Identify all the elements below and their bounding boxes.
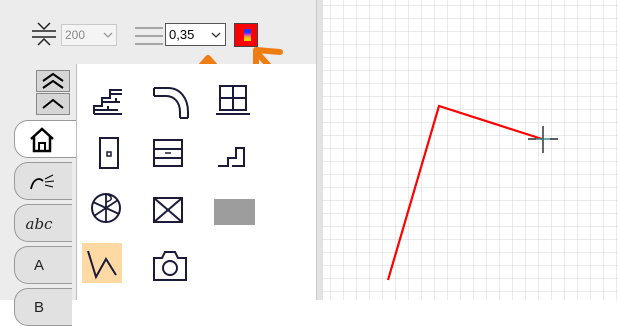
double-chevron-up-icon [42,72,64,89]
camera-tool[interactable] [150,246,190,286]
brick-wall-icon [93,89,122,115]
tab-a[interactable]: A [14,246,72,284]
tab-b[interactable]: B [14,288,72,326]
house-icon [30,127,54,153]
category-tabs: abc A B [0,64,76,326]
fan-tool[interactable] [86,190,126,230]
canvas-grid [322,0,618,300]
chevron-up-icon [42,98,64,109]
crossed-box-tool[interactable] [150,192,190,232]
curved-wall-icon [153,87,189,119]
line-thickness-value: 0,35 [169,27,195,42]
line-width-value: 200 [65,28,86,42]
tab-b-label: B [33,299,44,316]
chevron-down-icon [103,32,113,38]
polyline-icon [87,250,117,280]
gray-fill-icon[interactable] [214,199,255,225]
fan-icon [91,193,121,223]
line-width-combobox[interactable]: 200 [61,24,117,46]
door-tool[interactable] [92,134,132,174]
curved-wall-tool[interactable] [150,78,190,119]
sprinkler-icon [30,174,55,190]
chevron-down-icon [211,32,221,38]
line-thickness-icon[interactable] [134,22,164,50]
stairs-tool[interactable] [214,136,254,176]
line-thickness-combobox[interactable]: 0,35 [165,23,226,46]
tab-scroll-top[interactable] [36,70,70,92]
tab-electrical[interactable] [14,162,72,200]
door-icon [99,137,119,169]
wall-tool[interactable] [88,80,128,120]
camera-icon [153,251,187,281]
tab-a-label: A [33,257,44,274]
crossed-box-icon [153,197,183,223]
tab-text[interactable]: abc [14,204,72,242]
stairs-icon [218,147,245,167]
tab-scroll-up[interactable] [36,93,70,115]
line-width-icon[interactable] [30,18,60,48]
window-grid-tool[interactable] [214,80,254,120]
cabinet-tool[interactable] [150,136,190,176]
tab-building[interactable] [14,120,76,158]
drawing-canvas[interactable] [322,0,618,300]
polyline-tool[interactable] [82,243,122,283]
window-grid-icon [216,85,250,115]
tab-text-label: abc [25,215,53,233]
cabinet-icon [153,139,183,167]
